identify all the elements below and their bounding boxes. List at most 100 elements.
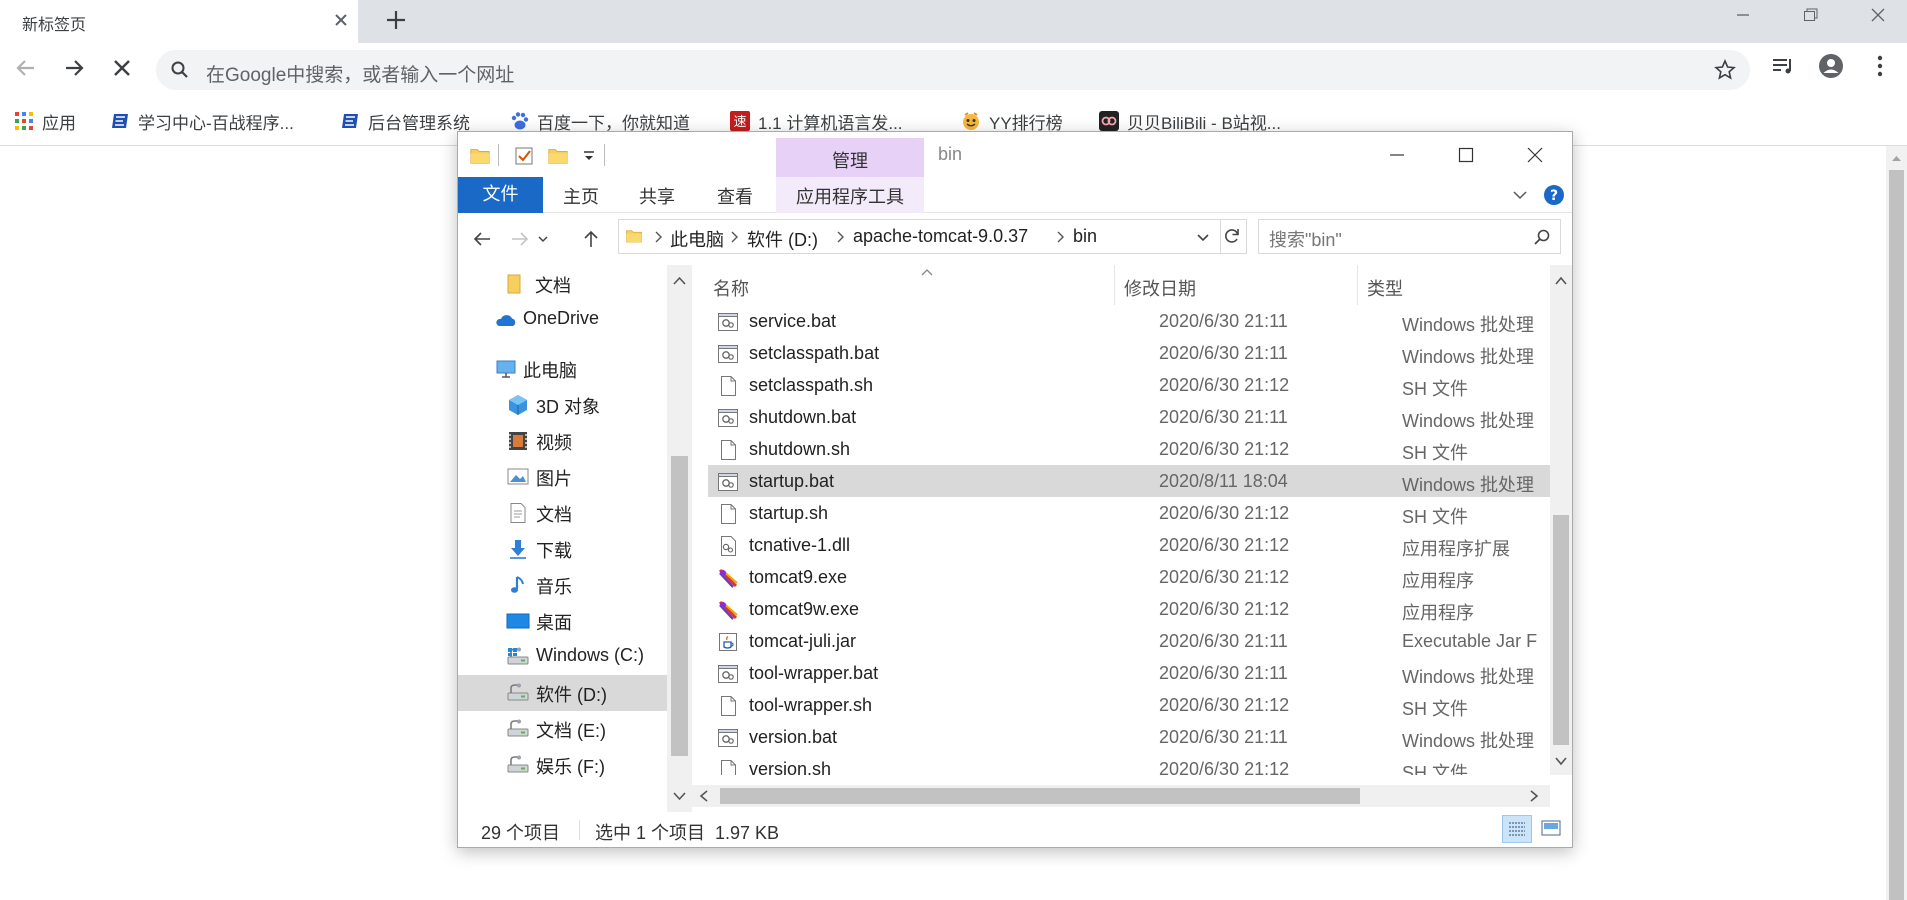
- file-row[interactable]: tool-wrapper.sh 2020/6/30 21:12 SH 文件: [708, 689, 1550, 721]
- nav-item-drive-e[interactable]: 文档 (E:): [458, 711, 667, 747]
- file-row-selected[interactable]: startup.bat 2020/8/11 18:04 Windows 批处理: [708, 465, 1550, 497]
- column-divider[interactable]: [1357, 265, 1358, 305]
- file-list-vertical-scrollbar[interactable]: [1550, 265, 1572, 775]
- nav-pane-scrollbar[interactable]: [667, 265, 692, 812]
- refresh-button[interactable]: [1219, 219, 1247, 254]
- browser-tab[interactable]: 新标签页: [0, 0, 358, 43]
- column-divider[interactable]: [1114, 265, 1115, 305]
- nav-item-documents-quick[interactable]: 文档: [458, 266, 667, 302]
- scroll-up-arrow-icon[interactable]: [1891, 154, 1902, 162]
- page-scrollbar-thumb[interactable]: [1889, 170, 1904, 900]
- details-view-button[interactable]: [1502, 815, 1532, 843]
- nav-item-music[interactable]: 音乐: [458, 567, 667, 603]
- file-row[interactable]: shutdown.bat 2020/6/30 21:11 Windows 批处理: [708, 401, 1550, 433]
- chevron-down-icon[interactable]: [1510, 185, 1530, 205]
- file-row[interactable]: version.bat 2020/6/30 21:11 Windows 批处理: [708, 721, 1550, 753]
- column-header-name[interactable]: 名称: [713, 275, 749, 301]
- breadcrumb-separator-icon: [655, 231, 662, 243]
- horizontal-scrollbar-thumb[interactable]: [720, 788, 1360, 804]
- tab-close-icon[interactable]: [330, 9, 352, 31]
- chevron-up-icon[interactable]: [1554, 275, 1568, 287]
- nav-item-desktop[interactable]: 桌面: [458, 603, 667, 639]
- breadcrumb-separator-icon[interactable]: [833, 228, 847, 246]
- nav-item-this-pc[interactable]: 此电脑: [458, 351, 667, 387]
- recent-locations-chevron-icon[interactable]: [535, 227, 551, 251]
- ribbon-tab-view[interactable]: 查看: [717, 183, 753, 209]
- search-box[interactable]: 搜索"bin": [1258, 219, 1561, 254]
- ribbon-tab-share[interactable]: 共享: [639, 183, 675, 209]
- large-icons-view-button[interactable]: [1537, 815, 1567, 843]
- nav-item-videos[interactable]: 视频: [458, 423, 667, 459]
- file-row[interactable]: tomcat-juli.jar 2020/6/30 21:11 Executab…: [708, 625, 1550, 657]
- file-row[interactable]: tool-wrapper.bat 2020/6/30 21:11 Windows…: [708, 657, 1550, 689]
- ribbon-tab-app-tools[interactable]: 应用程序工具: [776, 177, 924, 213]
- address-dropdown-icon[interactable]: [1194, 228, 1212, 246]
- breadcrumb-this-pc[interactable]: 此电脑: [670, 226, 724, 252]
- help-icon[interactable]: ?: [1543, 184, 1565, 206]
- breadcrumb-separator-icon[interactable]: [1053, 228, 1067, 246]
- page-scrollbar[interactable]: [1886, 146, 1907, 900]
- file-row[interactable]: version.sh 2020/6/30 21:12 SH 文件: [708, 753, 1550, 775]
- browser-close-icon[interactable]: [1865, 4, 1891, 26]
- chevron-down-icon[interactable]: [672, 790, 687, 802]
- back-arrow-icon[interactable]: [470, 227, 494, 251]
- bookmark-star-icon[interactable]: [1714, 59, 1736, 81]
- file-row[interactable]: setclasspath.bat 2020/6/30 21:11 Windows…: [708, 337, 1550, 369]
- file-row[interactable]: shutdown.sh 2020/6/30 21:12 SH 文件: [708, 433, 1550, 465]
- ribbon-tab-file[interactable]: 文件: [458, 177, 543, 213]
- quick-access-dropdown-icon[interactable]: [578, 145, 600, 167]
- breadcrumb-bin[interactable]: bin: [1073, 226, 1097, 247]
- navigation-pane: 文档 OneDrive 此电脑 3D 对象 视频 图片 文档 下载 音乐 桌面 …: [458, 265, 667, 812]
- vertical-scrollbar-thumb[interactable]: [1553, 515, 1569, 745]
- nav-item-onedrive[interactable]: OneDrive: [458, 302, 667, 338]
- nav-item-drive-d[interactable]: 软件 (D:): [458, 675, 667, 711]
- bookmark-bzcc-learning[interactable]: 学习中心-百战程序...: [110, 108, 294, 134]
- nav-pane-scrollbar-thumb[interactable]: [671, 456, 688, 756]
- breadcrumb-drive-d[interactable]: 软件 (D:): [747, 226, 818, 252]
- column-header-date[interactable]: 修改日期: [1124, 275, 1196, 301]
- chevron-down-icon[interactable]: [1554, 755, 1568, 767]
- file-row[interactable]: setclasspath.sh 2020/6/30 21:12 SH 文件: [708, 369, 1550, 401]
- windows-drive-icon: [506, 646, 530, 668]
- nav-item-drive-f[interactable]: 娱乐 (F:): [458, 747, 667, 783]
- file-row[interactable]: tomcat9w.exe 2020/6/30 21:12 应用程序: [708, 593, 1550, 625]
- profile-avatar-icon[interactable]: [1817, 52, 1845, 80]
- forward-arrow-icon[interactable]: [508, 227, 532, 251]
- properties-check-icon[interactable]: [513, 145, 535, 167]
- file-row[interactable]: tomcat9.exe 2020/6/30 21:12 应用程序: [708, 561, 1550, 593]
- file-list-horizontal-scrollbar[interactable]: [692, 785, 1550, 807]
- browser-restore-icon[interactable]: [1797, 4, 1823, 26]
- file-row[interactable]: service.bat 2020/6/30 21:11 Windows 批处理: [708, 305, 1550, 337]
- address-bar[interactable]: 此电脑 软件 (D:) apache-tomcat-9.0.37 bin: [618, 219, 1221, 254]
- up-arrow-icon[interactable]: [579, 227, 603, 251]
- file-row[interactable]: startup.sh 2020/6/30 21:12 SH 文件: [708, 497, 1550, 529]
- column-header-type[interactable]: 类型: [1367, 275, 1403, 301]
- manage-context-tab[interactable]: 管理: [776, 138, 924, 178]
- stop-loading-icon[interactable]: [107, 53, 137, 83]
- chevron-up-icon[interactable]: [672, 275, 687, 287]
- nav-item-drive-c[interactable]: Windows (C:): [458, 639, 667, 675]
- chevron-right-icon[interactable]: [1528, 789, 1540, 803]
- back-arrow-icon[interactable]: [11, 53, 41, 83]
- omnibox[interactable]: 在Google中搜索，或者输入一个网址: [156, 50, 1750, 90]
- new-tab-plus-icon[interactable]: [383, 7, 409, 33]
- breadcrumb-tomcat[interactable]: apache-tomcat-9.0.37: [853, 226, 1028, 247]
- minimize-icon[interactable]: [1382, 142, 1412, 168]
- nav-item-downloads[interactable]: 下载: [458, 531, 667, 567]
- bookmark-apps[interactable]: 应用: [14, 108, 76, 134]
- chevron-left-icon[interactable]: [698, 789, 710, 803]
- maximize-icon[interactable]: [1451, 142, 1481, 168]
- file-row[interactable]: tcnative-1.dll 2020/6/30 21:12 应用程序扩展: [708, 529, 1550, 561]
- forward-arrow-icon[interactable]: [59, 53, 89, 83]
- nav-item-pictures[interactable]: 图片: [458, 459, 667, 495]
- close-icon[interactable]: [1520, 142, 1550, 168]
- nav-item-3d-objects[interactable]: 3D 对象: [458, 387, 667, 423]
- breadcrumb-separator-icon[interactable]: [727, 228, 741, 246]
- nav-item-documents[interactable]: 文档: [458, 495, 667, 531]
- ribbon-tab-home[interactable]: 主页: [563, 183, 599, 209]
- browser-menu-icon[interactable]: [1866, 52, 1894, 80]
- browser-minimize-icon[interactable]: [1730, 4, 1756, 26]
- new-folder-icon[interactable]: [547, 145, 569, 167]
- media-playlist-icon[interactable]: [1769, 52, 1797, 80]
- bookmark-admin-system[interactable]: 后台管理系统: [340, 108, 470, 134]
